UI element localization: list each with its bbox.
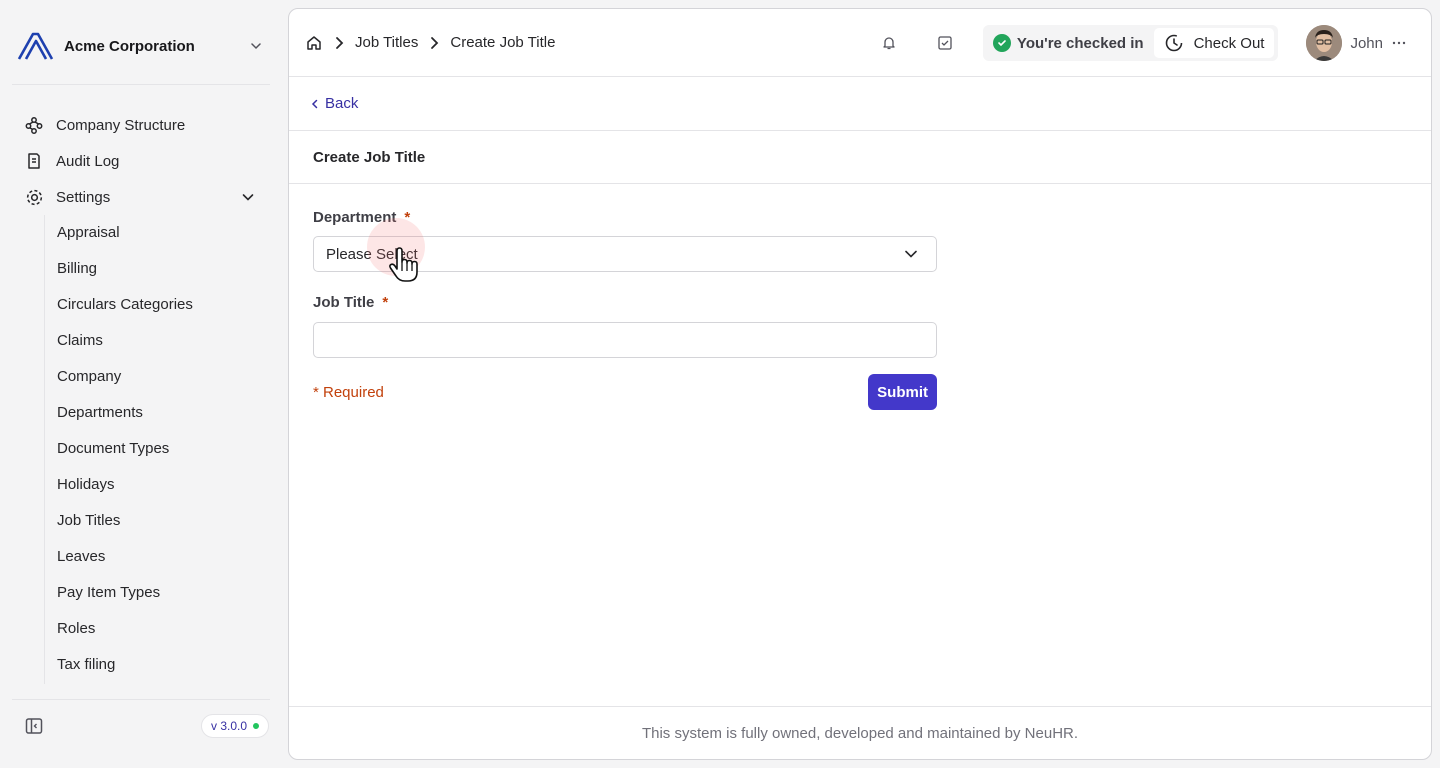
sidebar-item-billing[interactable]: Billing	[45, 251, 268, 287]
sidebar-item-document-types[interactable]: Document Types	[45, 431, 268, 467]
avatar	[1306, 25, 1343, 61]
required-note: * Required	[313, 383, 384, 401]
required-star: *	[382, 293, 389, 311]
chevron-right-icon	[336, 36, 344, 49]
submit-button[interactable]: Submit	[868, 374, 937, 410]
clock-icon	[1165, 34, 1182, 52]
sidebar-item-departments[interactable]: Departments	[45, 395, 268, 431]
check-circle-icon	[992, 34, 1011, 52]
job-title-input[interactable]	[313, 322, 937, 358]
sidebar: Acme Corporation Company Structure Audit…	[0, 0, 280, 768]
sidebar-item-leaves[interactable]: Leaves	[45, 539, 268, 575]
sidebar-collapse-icon[interactable]	[24, 716, 44, 736]
org-switcher[interactable]: Acme Corporation	[12, 22, 268, 70]
breadcrumb-create-job-title: Create Job Title	[450, 34, 556, 51]
form-footer: * Required Submit	[313, 374, 937, 410]
sidebar-item-pay-item-types[interactable]: Pay Item Types	[45, 575, 268, 611]
breadcrumb-job-titles[interactable]: Job Titles	[355, 34, 418, 51]
sidebar-nav: Company Structure Audit Log Settings	[12, 107, 268, 215]
user-menu[interactable]: John	[1306, 25, 1407, 61]
more-horizontal-icon[interactable]	[1391, 35, 1407, 51]
sidebar-item-holidays[interactable]: Holidays	[45, 467, 268, 503]
back-label: Back	[325, 95, 359, 112]
page-footer: This system is fully owned, developed an…	[289, 706, 1431, 759]
version-text: v 3.0.0	[211, 719, 248, 733]
chevron-down-icon	[242, 194, 254, 201]
username: John	[1350, 34, 1383, 52]
main-panel: Job Titles Create Job Title You're check…	[288, 8, 1432, 760]
sidebar-item-claims[interactable]: Claims	[45, 323, 268, 359]
job-title-label: Job Title *	[313, 292, 937, 312]
back-row: Back	[289, 77, 1431, 131]
acme-logo	[17, 32, 54, 60]
hand-pointer-icon	[389, 247, 418, 282]
create-job-title-form: Department * Please Select Job Title * *…	[313, 207, 937, 410]
sidebar-item-company[interactable]: Company	[45, 359, 268, 395]
status-dot	[253, 723, 260, 729]
gear-icon	[24, 187, 44, 207]
divider	[12, 84, 270, 85]
sidebar-item-label: Audit Log	[56, 152, 120, 170]
page-title: Create Job Title	[313, 148, 426, 166]
divider	[12, 699, 270, 700]
sidebar-item-label: Settings	[56, 188, 111, 206]
chevron-down-icon	[251, 43, 261, 50]
sidebar-item-roles[interactable]: Roles	[45, 611, 268, 647]
home-icon[interactable]	[305, 34, 323, 52]
sidebar-item-job-titles[interactable]: Job Titles	[45, 503, 268, 539]
org-name: Acme Corporation	[64, 37, 195, 55]
sidebar-item-company-structure[interactable]: Company Structure	[12, 107, 268, 143]
department-select[interactable]: Please Select	[313, 218, 937, 282]
sidebar-item-label: Company Structure	[56, 116, 186, 134]
breadcrumb: Job Titles Create Job Title	[305, 34, 555, 52]
check-out-button[interactable]: Check Out	[1153, 28, 1275, 58]
settings-submenu: Appraisal Billing Circulars Categories C…	[44, 215, 268, 684]
sidebar-item-audit-log[interactable]: Audit Log	[12, 143, 268, 179]
checkin-status: You're checked in	[992, 34, 1144, 52]
check-out-label: Check Out	[1193, 34, 1265, 52]
sidebar-item-appraisal[interactable]: Appraisal	[45, 215, 268, 251]
task-checkbox-icon[interactable]	[935, 33, 955, 53]
top-bar: Job Titles Create Job Title You're check…	[289, 9, 1431, 77]
job-title-label-text: Job Title	[313, 293, 375, 311]
sidebar-item-settings[interactable]: Settings	[12, 179, 268, 215]
sidebar-item-tax-filing[interactable]: Tax filing	[45, 647, 268, 683]
chevron-down-icon	[905, 250, 917, 258]
back-link[interactable]: Back	[309, 95, 358, 112]
version-badge: v 3.0.0	[201, 714, 270, 738]
chevron-left-icon	[311, 99, 318, 108]
bell-icon[interactable]	[879, 33, 899, 53]
page-title-row: Create Job Title	[289, 131, 1431, 184]
footer-text: This system is fully owned, developed an…	[641, 724, 1079, 742]
document-icon	[24, 151, 44, 171]
org-chart-icon	[24, 115, 44, 135]
chevron-right-icon	[431, 36, 439, 49]
sidebar-item-circulars-categories[interactable]: Circulars Categories	[45, 287, 268, 323]
attendance-widget: You're checked in Check Out	[982, 25, 1279, 61]
checkin-status-text: You're checked in	[1016, 34, 1144, 52]
top-bar-actions: You're checked in Check Out John	[879, 9, 1431, 77]
